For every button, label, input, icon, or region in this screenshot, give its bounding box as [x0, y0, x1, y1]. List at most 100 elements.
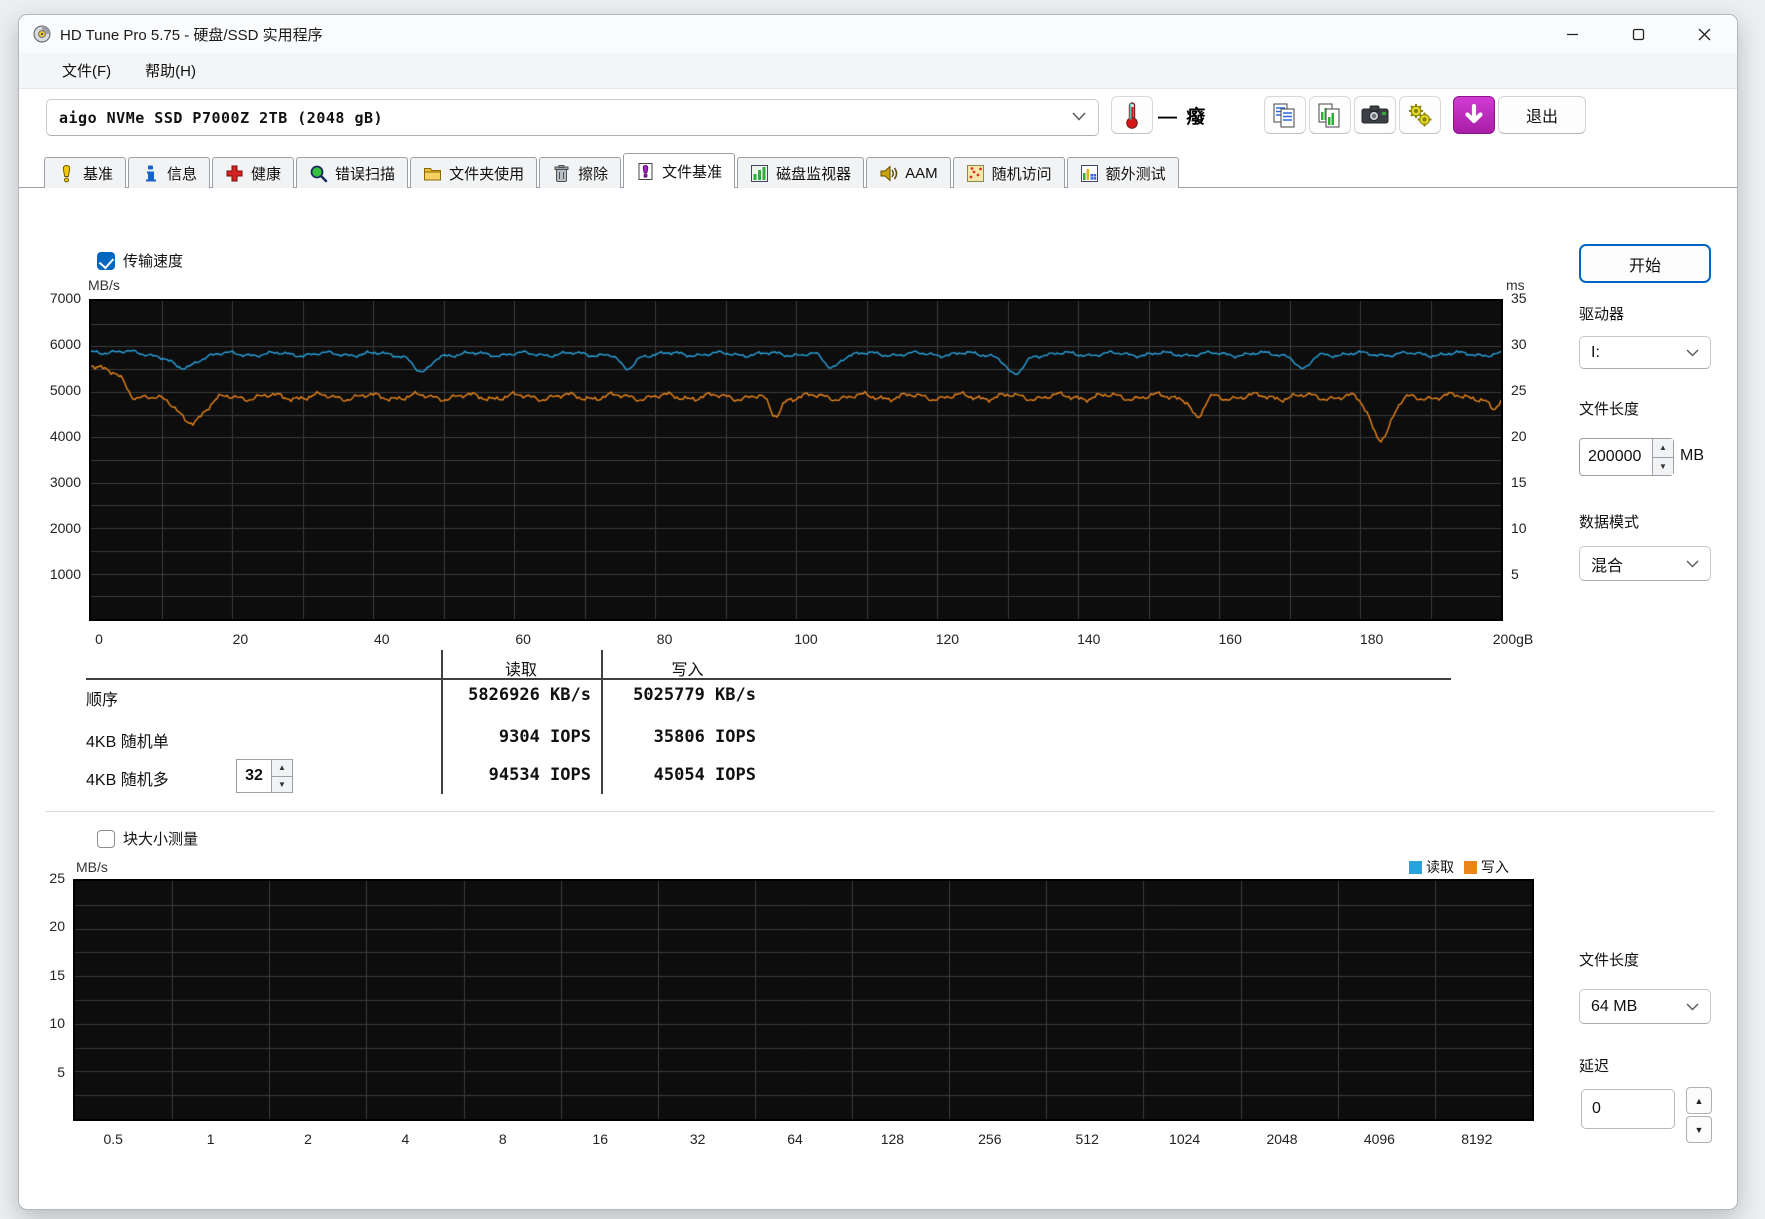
speed-chart-yleft-tick: 1000 [49, 566, 81, 582]
update-button[interactable] [1453, 96, 1495, 134]
speed-chart-yleft-tick: 3000 [49, 474, 81, 490]
tab-extra-tests[interactable]: 额外测试 [1066, 157, 1179, 188]
table-header-write: 写入 [671, 662, 704, 679]
screenshot-button[interactable] [1354, 96, 1396, 134]
tab-info[interactable]: 信息 [128, 157, 211, 188]
block-chart-x-tick: 4 [401, 1131, 410, 1147]
speed-chart-x-tick: 200gB [1492, 631, 1534, 647]
block-size-chart [73, 879, 1534, 1121]
download-arrow-icon [1465, 104, 1483, 124]
folder-usage-icon [423, 164, 442, 183]
random-access-icon [966, 164, 985, 183]
copy-text-icon [1273, 103, 1295, 128]
speed-chart-yleft-tick: 4000 [49, 428, 81, 444]
table-row-label: 4KB 随机多 [86, 772, 169, 789]
block-chart-x-tick: 16 [592, 1131, 608, 1147]
health-icon [225, 164, 244, 183]
copy-image-icon [1318, 103, 1340, 128]
block-chart-y-tick: 5 [57, 1063, 65, 1080]
tab-benchmark[interactable]: 基准 [44, 157, 127, 188]
gears-icon [1409, 104, 1432, 127]
speed-chart-yright-tick: 35 [1511, 290, 1527, 306]
chevron-down-icon [1686, 1002, 1699, 1011]
temperature-readout: — 癈 [1158, 107, 1208, 128]
tab-aam[interactable]: AAM [866, 157, 951, 188]
block-chart-x-tick: 512 [1075, 1131, 1099, 1147]
drive-letter-value: I: [1591, 343, 1600, 361]
start-button[interactable]: 开始 [1579, 244, 1711, 283]
table-write-value: 35806 IOPS [653, 727, 756, 747]
tab-health[interactable]: 健康 [212, 157, 295, 188]
block-chart-x-tick: 64 [787, 1131, 803, 1147]
drive-letter-select[interactable]: I: [1579, 336, 1711, 369]
delay-label: 延迟 [1579, 1058, 1610, 1075]
file-length-unit: MB [1680, 447, 1704, 464]
delay-input[interactable]: 0 [1581, 1089, 1675, 1129]
block-chart-x-tick: 128 [880, 1131, 905, 1147]
menu-help[interactable]: 帮助(H) [135, 56, 206, 85]
speed-chart-x-tick: 120 [935, 631, 960, 647]
minimize-button[interactable] [1539, 15, 1605, 53]
tab-erase[interactable]: 擦除 [539, 157, 622, 188]
drive-select[interactable]: aigo NVMe SSD P7000Z 2TB (2048 gB) [46, 99, 1099, 136]
block-chart-y-tick: 20 [49, 918, 65, 935]
tab-folder-usage[interactable]: 文件夹使用 [410, 157, 538, 188]
tab-file-benchmark[interactable]: 文件基准 [623, 153, 736, 188]
speed-chart-yleft-tick: 5000 [49, 382, 81, 398]
queue-depth-down-button[interactable]: ▼ [272, 776, 292, 792]
block-chart-x-tick: 8 [498, 1131, 507, 1147]
tab-error-scan[interactable]: 错误扫描 [296, 157, 409, 188]
app-window: HD Tune Pro 5.75 - 硬盘/SSD 实用程序 文件(F) 帮助(… [18, 14, 1738, 1210]
file-length-down-button[interactable]: ▼ [1653, 457, 1673, 475]
speed-chart-yright-tick: 15 [1511, 474, 1527, 490]
block-file-length-select[interactable]: 64 MB [1579, 989, 1711, 1024]
exit-button[interactable]: 退出 [1498, 96, 1586, 134]
file-length-input[interactable]: 200000 [1579, 438, 1653, 476]
disk-monitor-icon [750, 164, 769, 183]
file-benchmark-icon [636, 162, 655, 181]
speed-chart-yleft-tick: 2000 [49, 520, 81, 536]
app-icon [33, 25, 51, 43]
block-chart-x-tick: 0.5 [103, 1131, 123, 1147]
transfer-speed-checkbox[interactable] [97, 251, 115, 270]
menu-bar: 文件(F) 帮助(H) [19, 53, 1737, 89]
block-size-label: 块大小测量 [123, 831, 199, 848]
options-button[interactable] [1399, 96, 1441, 134]
exit-button-label: 退出 [1525, 109, 1558, 126]
copy-image-button[interactable] [1309, 96, 1351, 134]
speed-chart-x-tick: 180 [1359, 631, 1384, 647]
block-chart-x-tick: 2 [304, 1131, 312, 1147]
chevron-down-icon [1686, 348, 1699, 357]
queue-depth-up-button[interactable]: ▲ [272, 760, 292, 777]
speed-chart-yleft-tick: 6000 [49, 336, 81, 352]
tab-random-access[interactable]: 随机访问 [952, 157, 1065, 188]
speed-chart-yleft-tick: 7000 [49, 290, 81, 306]
speed-chart-x-tick: 80 [656, 631, 673, 647]
block-chart-y-tick: 10 [49, 1015, 65, 1032]
start-button-label: 开始 [1628, 257, 1661, 275]
temperature-button[interactable] [1111, 96, 1153, 134]
copy-text-button[interactable] [1264, 96, 1306, 134]
info-icon [141, 164, 160, 183]
error-scan-icon [309, 164, 328, 183]
transfer-speed-chart [89, 299, 1503, 621]
data-mode-select[interactable]: 混合 [1579, 546, 1711, 581]
camera-icon [1361, 105, 1389, 124]
data-mode-label: 数据模式 [1579, 514, 1640, 531]
queue-depth-input[interactable]: 32 [236, 759, 272, 793]
close-button[interactable] [1671, 15, 1737, 53]
block-file-length-value: 64 MB [1591, 997, 1638, 1015]
block-chart-x-tick: 1 [206, 1131, 215, 1147]
menu-file[interactable]: 文件(F) [52, 56, 121, 85]
delay-up-button[interactable]: ▲ [1686, 1087, 1712, 1114]
block-size-checkbox[interactable] [97, 829, 115, 848]
block-chart-y-unit: MB/s [76, 859, 108, 875]
speed-chart-yright-tick: 10 [1511, 520, 1527, 536]
speed-chart-yleft-unit: MB/s [88, 277, 120, 293]
delay-down-button[interactable]: ▼ [1686, 1116, 1712, 1143]
tab-disk-monitor[interactable]: 磁盘监视器 [737, 157, 865, 188]
block-chart-x-tick: 256 [978, 1131, 1002, 1147]
block-chart-x-tick: 8192 [1461, 1131, 1493, 1147]
maximize-button[interactable] [1605, 15, 1671, 53]
file-length-up-button[interactable]: ▲ [1653, 439, 1673, 458]
